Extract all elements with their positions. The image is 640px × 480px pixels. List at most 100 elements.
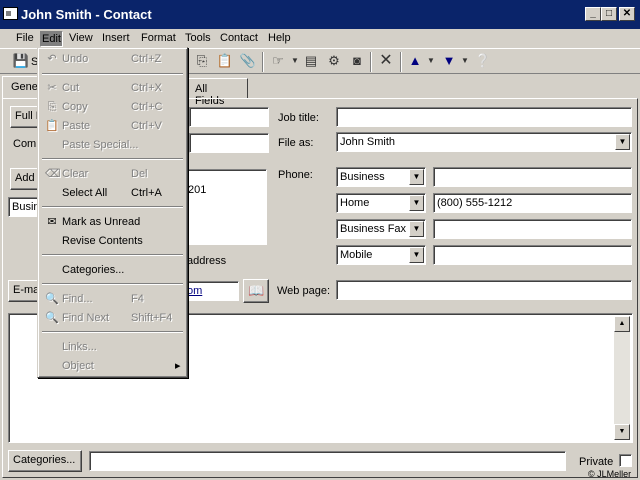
menu-item-label: Revise Contents	[62, 235, 143, 247]
menu-help[interactable]: Help	[267, 31, 292, 47]
job-title-label: Job title:	[278, 112, 319, 124]
journal-icon[interactable]: ⚙	[325, 52, 343, 70]
job-title-field[interactable]	[336, 107, 632, 127]
phone-type-select[interactable]: Mobile ▼	[336, 245, 426, 265]
email-value: om	[187, 285, 203, 297]
menu-item-find[interactable]: 🔍 Find... F4	[41, 290, 184, 309]
menu-item-clear[interactable]: ⌫ Clear Del	[41, 165, 184, 184]
menu-item-cut[interactable]: ✂ Cut Ctrl+X	[41, 79, 184, 98]
address-type-select[interactable]: Busin	[8, 197, 40, 217]
menu-item-copy[interactable]: ⎘ Copy Ctrl+C	[41, 98, 184, 117]
chevron-down-icon[interactable]: ▼	[615, 134, 630, 150]
phone-number-field[interactable]: (800) 555-1212	[433, 193, 632, 213]
chevron-down-icon[interactable]: ▼	[409, 247, 424, 263]
private-checkbox[interactable]	[619, 454, 632, 467]
explore-web-icon[interactable]: ◙	[348, 52, 366, 70]
minimize-button[interactable]: _	[585, 7, 601, 21]
notes-scrollbar[interactable]: ▲ ▼	[614, 316, 630, 440]
phone-type-value: Business Fax	[340, 223, 407, 235]
maximize-button[interactable]: □	[601, 7, 617, 21]
menu-view[interactable]: View	[68, 31, 94, 47]
new-item-icon[interactable]: ▤	[302, 52, 320, 70]
tab-all-fields[interactable]: All Fields	[186, 78, 248, 107]
menu-edit[interactable]: Edit	[40, 31, 63, 47]
address-button[interactable]: Add	[10, 168, 40, 190]
menu-insert[interactable]: Insert	[101, 31, 131, 47]
full-name-field[interactable]	[189, 107, 269, 127]
email-field[interactable]: om	[183, 281, 239, 301]
help-icon[interactable]: ❔	[474, 52, 492, 70]
menu-item-shortcut: Del	[131, 168, 148, 180]
attach-icon[interactable]: 📎	[239, 52, 257, 70]
email-button[interactable]: E-mai	[8, 280, 40, 302]
menu-contact[interactable]: Contact	[219, 31, 259, 47]
menu-separator	[42, 283, 183, 285]
full-name-button[interactable]: Full N	[10, 106, 40, 128]
file-as-label: File as:	[278, 137, 314, 149]
flag-icon[interactable]: ☞	[269, 52, 287, 70]
phone-type-select[interactable]: Business Fax ▼	[336, 219, 426, 239]
clipboard-icon: 📋	[45, 120, 59, 132]
company-field[interactable]	[189, 133, 269, 153]
menu-item-find-next[interactable]: 🔍 Find Next Shift+F4	[41, 309, 184, 328]
menu-item-object[interactable]: Object ▸	[41, 357, 184, 376]
menu-item-paste[interactable]: 📋 Paste Ctrl+V	[41, 117, 184, 136]
menu-item-paste-special[interactable]: Paste Special...	[41, 136, 184, 155]
binoculars-icon: 🔍	[45, 312, 59, 324]
phone-number-field[interactable]	[433, 167, 632, 187]
phone-type-select[interactable]: Home ▼	[336, 193, 426, 213]
delete-icon[interactable]: ✕	[377, 52, 395, 70]
chevron-down-icon[interactable]: ▼	[409, 221, 424, 237]
save-icon[interactable]: 💾	[12, 52, 30, 70]
phone-type-value: Home	[340, 197, 370, 209]
copy-icon[interactable]: ⎘	[193, 52, 211, 70]
chevron-down-icon[interactable]: ▼	[422, 52, 440, 70]
toolbar-separator	[400, 52, 402, 72]
close-button[interactable]: ✕	[619, 7, 635, 21]
menu-file[interactable]: File	[15, 31, 35, 47]
toolbar-separator	[370, 52, 372, 72]
chevron-down-icon[interactable]: ▼	[409, 195, 424, 211]
menu-item-label: Select All	[62, 187, 108, 199]
web-page-label: Web page:	[277, 285, 331, 297]
eraser-icon: ⌫	[45, 168, 61, 180]
menu-item-label: Find...	[62, 293, 93, 305]
menu-item-categories[interactable]: Categories...	[41, 261, 184, 280]
phone-number-field[interactable]	[433, 219, 632, 239]
scroll-down-icon[interactable]: ▼	[614, 424, 630, 440]
phone-type-select[interactable]: Business ▼	[336, 167, 426, 187]
mailing-address-label: address	[187, 255, 227, 267]
chevron-down-icon[interactable]: ▼	[456, 52, 474, 70]
menu-item-select-all[interactable]: Select All Ctrl+A	[41, 184, 184, 203]
tab-general[interactable]: Gene	[2, 76, 42, 99]
menu-bar: File Edit View Insert Format Tools Conta…	[0, 29, 640, 48]
menu-item-label: Undo	[62, 53, 89, 65]
categories-field[interactable]	[89, 451, 566, 471]
categories-button[interactable]: Categories...	[8, 450, 82, 472]
scroll-up-icon[interactable]: ▲	[614, 316, 630, 332]
copy-icon: ⎘	[47, 101, 57, 113]
menu-item-shortcut: Shift+F4	[131, 312, 173, 324]
envelope-icon: ✉	[47, 216, 57, 228]
address-type-value: Busin	[12, 201, 40, 213]
web-page-field[interactable]	[336, 280, 632, 300]
contact-card-icon	[3, 7, 18, 20]
menu-item-mark-as-unread[interactable]: ✉ Mark as Unread	[41, 213, 184, 232]
menu-item-label: Copy	[62, 101, 88, 113]
address-book-icon[interactable]: 📖	[243, 279, 269, 303]
address-box[interactable]: 201	[183, 169, 267, 245]
menu-item-undo[interactable]: ↶ Undo Ctrl+Z	[41, 50, 184, 69]
phone-label: Phone:	[278, 169, 313, 181]
paste-icon[interactable]: 📋	[216, 52, 234, 70]
menu-tools[interactable]: Tools	[184, 31, 212, 47]
chevron-down-icon[interactable]: ▼	[409, 169, 424, 185]
menu-item-revise-contents[interactable]: Revise Contents	[41, 232, 184, 251]
menu-item-label: Categories...	[62, 264, 125, 276]
menu-item-links[interactable]: Links...	[41, 338, 184, 357]
menu-format[interactable]: Format	[140, 31, 177, 47]
menu-item-label: Mark as Unread	[62, 216, 141, 228]
file-as-select[interactable]: John Smith ▼	[336, 132, 632, 152]
toolbar-separator	[262, 52, 264, 72]
phone-number-field[interactable]	[433, 245, 632, 265]
title-bar: John Smith - Contact _ □ ✕	[0, 0, 640, 29]
